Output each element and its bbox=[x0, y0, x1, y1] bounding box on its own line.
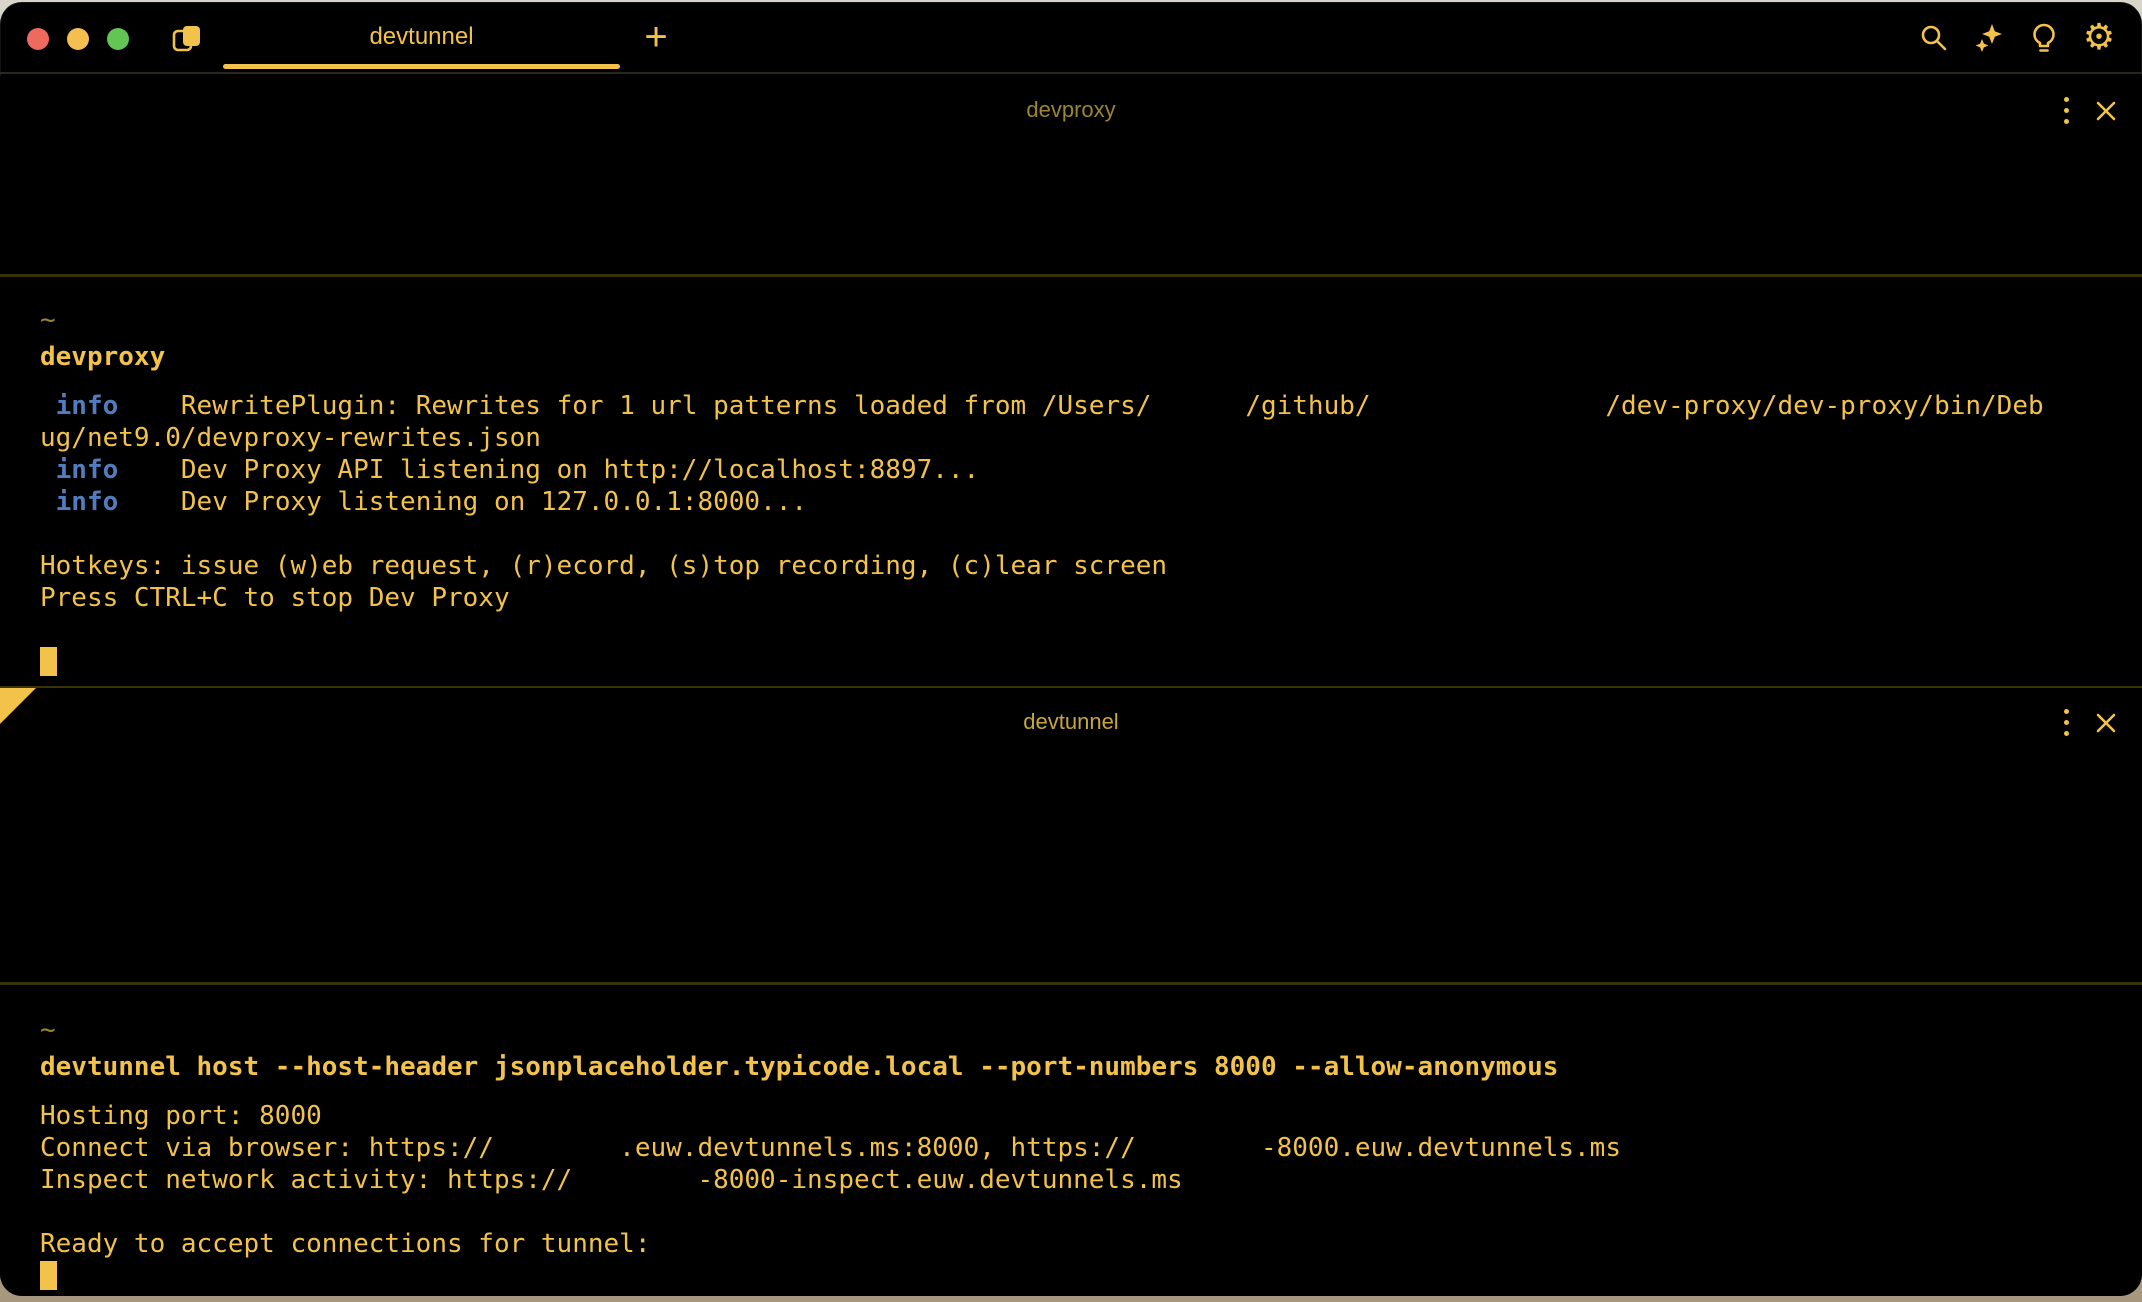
titlebar: devtunnel + bbox=[0, 2, 2142, 74]
search-icon[interactable] bbox=[1919, 21, 1949, 55]
pane-menu-icon[interactable] bbox=[2056, 95, 2076, 125]
terminal-output-devtunnel[interactable]: ~ devtunnel host --host-header jsonplaceh… bbox=[40, 1014, 2122, 1292]
command-line: devtunnel host --host-header jsonplaceho… bbox=[40, 1051, 2122, 1083]
pane-close-icon[interactable] bbox=[2088, 92, 2124, 128]
pane-close-icon[interactable] bbox=[2088, 704, 2124, 740]
terminal-text: ~ bbox=[40, 305, 56, 335]
terminal-text: Inspect network activity: https:// -8000… bbox=[40, 1165, 1183, 1195]
terminal-window: devtunnel + bbox=[0, 2, 2142, 1296]
blank-line bbox=[40, 614, 2122, 646]
terminal-cursor bbox=[40, 647, 57, 676]
terminal-text: Hotkeys: issue (w)eb request, (r)ecord, … bbox=[40, 551, 1167, 581]
prompt-path: ~ bbox=[40, 1014, 2122, 1046]
output-line: Connect via browser: https:// .euw.devtu… bbox=[40, 1132, 2122, 1164]
terminal-text: devproxy bbox=[40, 342, 165, 372]
terminal-text: ug/net9.0/devproxy-rewrites.json bbox=[40, 423, 541, 453]
blank-line bbox=[40, 1196, 2122, 1228]
output-line: Inspect network activity: https:// -8000… bbox=[40, 1164, 2122, 1196]
close-window-button[interactable] bbox=[27, 28, 49, 50]
cursor-line bbox=[40, 646, 2122, 678]
settings-gear-icon[interactable]: ⚙ bbox=[2084, 21, 2114, 55]
active-tab-underline bbox=[223, 64, 620, 69]
pane-devproxy: devproxy ~ devproxy info RewritePlugin: R… bbox=[0, 76, 2142, 686]
pane-devtunnel-header: devtunnel bbox=[0, 702, 2142, 742]
terminal-text: Dev Proxy API listening on http://localh… bbox=[118, 455, 979, 485]
output-line: Hotkeys: issue (w)eb request, (r)ecord, … bbox=[40, 550, 2122, 582]
pane-title: devtunnel bbox=[0, 702, 2142, 742]
pane-devtunnel: devtunnel ~ devtunnel host --host-header … bbox=[0, 688, 2142, 1296]
traffic-lights bbox=[27, 28, 129, 50]
tab-label: devtunnel bbox=[369, 23, 473, 51]
cursor-line bbox=[40, 1260, 2122, 1292]
terminal-text: ~ bbox=[40, 1015, 56, 1045]
terminal-text: info bbox=[40, 391, 118, 421]
blank-line bbox=[40, 518, 2122, 550]
ai-sparkles-icon[interactable] bbox=[1974, 21, 2004, 55]
block-divider bbox=[0, 274, 2142, 277]
maximize-window-button[interactable] bbox=[107, 28, 129, 50]
pane-title: devproxy bbox=[0, 90, 2142, 130]
terminal-text: Press CTRL+C to stop Dev Proxy bbox=[40, 583, 510, 613]
terminal-output-devproxy[interactable]: ~ devproxy info RewritePlugin: Rewrites f… bbox=[40, 304, 2122, 678]
terminal-text: info bbox=[40, 487, 118, 517]
output-line: ug/net9.0/devproxy-rewrites.json bbox=[40, 422, 2122, 454]
terminal-text: devtunnel host --host-header jsonplaceho… bbox=[40, 1052, 1558, 1082]
panels-icon[interactable] bbox=[170, 22, 204, 56]
pane-menu-icon[interactable] bbox=[2056, 707, 2076, 737]
terminal-text: Connect via browser: https:// .euw.devtu… bbox=[40, 1133, 1621, 1163]
output-line: Press CTRL+C to stop Dev Proxy bbox=[40, 582, 2122, 614]
lightbulb-icon[interactable] bbox=[2029, 21, 2059, 55]
terminal-text: Hosting port: 8000 bbox=[40, 1101, 322, 1131]
terminal-text: Ready to accept connections for tunnel: bbox=[40, 1229, 650, 1259]
minimize-window-button[interactable] bbox=[67, 28, 89, 50]
output-line: Ready to accept connections for tunnel: bbox=[40, 1228, 2122, 1260]
output-line: info RewritePlugin: Rewrites for 1 url p… bbox=[40, 390, 2122, 422]
output-line: info Dev Proxy API listening on http://l… bbox=[40, 454, 2122, 486]
pane-devproxy-header: devproxy bbox=[0, 90, 2142, 130]
block-divider bbox=[0, 982, 2142, 985]
output-line: Hosting port: 8000 bbox=[40, 1100, 2122, 1132]
command-line: devproxy bbox=[40, 341, 2122, 373]
terminal-cursor bbox=[40, 1261, 57, 1290]
terminal-text: RewritePlugin: Rewrites for 1 url patter… bbox=[118, 391, 2043, 421]
new-tab-button[interactable]: + bbox=[636, 18, 676, 58]
output-line: info Dev Proxy listening on 127.0.0.1:80… bbox=[40, 486, 2122, 518]
tab-devtunnel[interactable]: devtunnel bbox=[223, 2, 620, 72]
prompt-path: ~ bbox=[40, 304, 2122, 336]
terminal-text: Dev Proxy listening on 127.0.0.1:8000... bbox=[118, 487, 807, 517]
terminal-text: info bbox=[40, 455, 118, 485]
